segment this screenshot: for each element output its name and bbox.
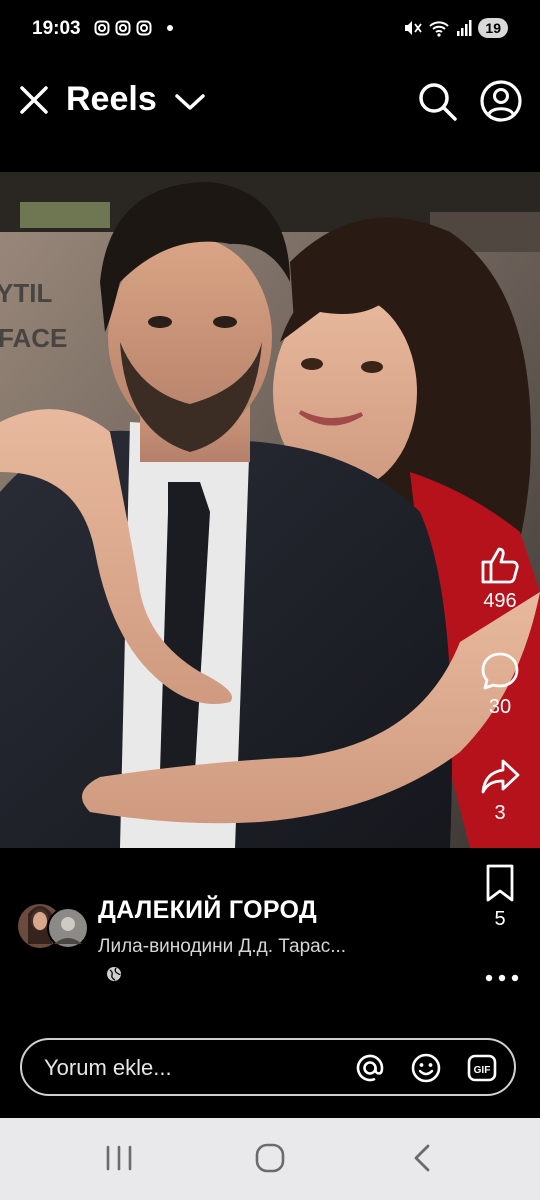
post-subtitle[interactable]: Лила-винодини Д.д. Тарас... [98, 936, 428, 958]
instagram-notification-icon [94, 20, 110, 36]
signal-icon [457, 20, 472, 36]
share-count: 3 [494, 802, 506, 824]
chevron-down-icon[interactable] [172, 88, 208, 116]
svg-text:FACE: FACE [0, 323, 67, 353]
more-dots-icon[interactable] [484, 966, 520, 990]
page-name[interactable]: ДАЛЕКИЙ ГОРОД [98, 896, 317, 925]
comment-input-bar[interactable]: Yorum ekle... GIF [20, 1038, 516, 1096]
status-time: 19:03 [32, 18, 81, 39]
comment-action[interactable]: 30 [468, 650, 532, 719]
video-frame-image: YTIL FACE [0, 172, 540, 848]
notification-icons [94, 20, 173, 36]
svg-text:YTIL: YTIL [0, 278, 52, 308]
home-icon[interactable] [254, 1142, 286, 1174]
battery-badge: 19 [478, 18, 508, 38]
instagram-notification-icon [136, 20, 152, 36]
profile-icon[interactable] [478, 78, 524, 124]
emoji-icon[interactable] [410, 1052, 442, 1084]
share-arrow-icon[interactable] [479, 756, 521, 798]
comment-icon[interactable] [479, 650, 521, 692]
page-title[interactable]: Reels [66, 80, 157, 119]
gif-icon[interactable]: GIF [466, 1052, 498, 1084]
recent-apps-icon[interactable] [104, 1144, 134, 1172]
share-action[interactable]: 3 [468, 756, 532, 825]
like-count: 496 [483, 590, 517, 612]
status-bar: 19:03 19 [0, 0, 540, 60]
thumbs-up-icon[interactable] [479, 544, 521, 586]
mute-icon [405, 21, 423, 35]
like-action[interactable]: 496 [468, 544, 532, 613]
comment-count: 30 [488, 696, 512, 718]
more-options-button[interactable] [484, 966, 520, 995]
save-count: 5 [494, 908, 506, 930]
comment-input-placeholder[interactable]: Yorum ekle... [44, 1055, 172, 1081]
instagram-notification-icon [115, 20, 131, 36]
wifi-icon [429, 21, 450, 37]
save-action[interactable]: 5 [468, 862, 532, 931]
reels-header: Reels [0, 70, 540, 130]
svg-text:GIF: GIF [474, 1065, 491, 1076]
bookmark-icon[interactable] [479, 862, 521, 904]
more-notifications-dot-icon [167, 25, 173, 31]
system-navigation-bar [0, 1118, 540, 1200]
close-icon[interactable] [16, 82, 52, 118]
search-icon[interactable] [414, 78, 460, 124]
system-icons: 19 [402, 18, 508, 38]
globe-icon [107, 967, 121, 981]
avatar-stack[interactable] [18, 894, 90, 958]
mention-icon[interactable] [354, 1052, 386, 1084]
avatar[interactable] [18, 894, 90, 958]
back-icon[interactable] [410, 1142, 434, 1174]
reel-video[interactable]: YTIL FACE [0, 172, 540, 848]
